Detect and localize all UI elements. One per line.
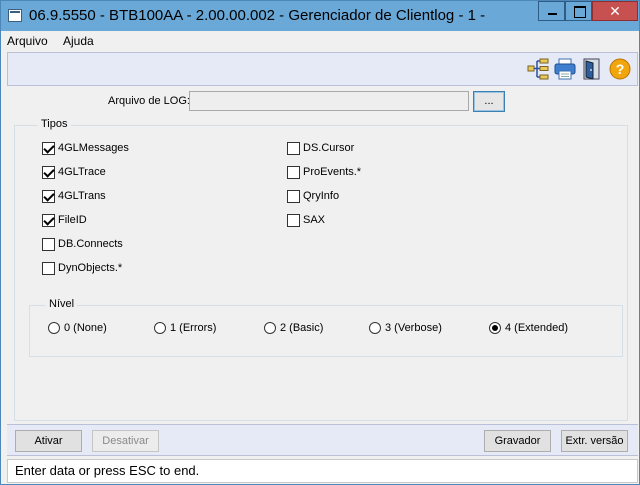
checkbox-label: DS.Cursor xyxy=(303,142,355,154)
status-bar: Enter data or press ESC to end. xyxy=(7,459,638,483)
checkbox-box[interactable] xyxy=(42,142,55,155)
nivel-legend: Nível xyxy=(46,298,78,310)
log-file-input[interactable] xyxy=(189,91,469,111)
checkbox-label: ProEvents.* xyxy=(303,166,362,178)
printer-icon[interactable] xyxy=(553,57,577,81)
maximize-icon xyxy=(566,2,591,20)
checkbox-box[interactable] xyxy=(42,214,55,227)
checkbox-label: 4GLMessages xyxy=(58,142,129,154)
checkbox-box[interactable] xyxy=(42,190,55,203)
checkbox-label: 4GLTrans xyxy=(58,190,106,202)
checkbox-label: FileID xyxy=(58,214,87,226)
close-icon: ✕ xyxy=(609,3,621,19)
checkbox-label: DB.Connects xyxy=(58,238,123,250)
checkbox-box[interactable] xyxy=(287,166,300,179)
checkbox-label: QryInfo xyxy=(303,190,340,202)
radio-dot[interactable] xyxy=(369,322,381,334)
main-window: 06.9.5550 - BTB100AA - 2.00.00.002 - Ger… xyxy=(0,0,640,485)
checkbox-label: DynObjects.* xyxy=(58,262,123,274)
svg-text:?: ? xyxy=(616,61,625,77)
tipos-legend: Tipos xyxy=(38,118,71,130)
app-window-icon xyxy=(8,9,22,22)
checkbox-box[interactable] xyxy=(287,214,300,227)
minimize-button[interactable] xyxy=(538,1,565,21)
menu-ajuda[interactable]: Ajuda xyxy=(63,34,94,48)
window-title: 06.9.5550 - BTB100AA - 2.00.00.002 - Ger… xyxy=(29,7,486,24)
checkbox-label: 4GLTrace xyxy=(58,166,106,178)
ativar-button[interactable]: Ativar xyxy=(15,430,82,452)
checkbox-box[interactable] xyxy=(287,190,300,203)
radio-dot[interactable] xyxy=(264,322,276,334)
radio-dot[interactable] xyxy=(48,322,60,334)
exit-door-icon[interactable] xyxy=(580,57,604,81)
radio-label: 3 (Verbose) xyxy=(385,322,442,334)
menu-bar: Arquivo Ajuda xyxy=(1,31,639,51)
radio-label: 4 (Extended) xyxy=(505,322,568,334)
checkbox-box[interactable] xyxy=(287,142,300,155)
checkbox-box[interactable] xyxy=(42,262,55,275)
checkbox-box[interactable] xyxy=(42,166,55,179)
radio-label: 2 (Basic) xyxy=(280,322,324,334)
desativar-button[interactable]: Desativar xyxy=(92,430,159,452)
tree-structure-icon[interactable] xyxy=(526,57,550,81)
radio-label: 1 (Errors) xyxy=(170,322,217,334)
radio-dot[interactable] xyxy=(489,322,501,334)
gravador-button[interactable]: Gravador xyxy=(484,430,551,452)
minimize-icon xyxy=(539,2,564,20)
log-file-label: Arquivo de LOG: xyxy=(108,95,190,107)
menu-arquivo[interactable]: Arquivo xyxy=(7,34,48,48)
checkbox-label: SAX xyxy=(303,214,326,226)
toolbar: ? xyxy=(7,52,638,86)
help-icon[interactable]: ? xyxy=(608,57,632,81)
browse-button[interactable]: ... xyxy=(473,91,505,112)
radio-dot[interactable] xyxy=(154,322,166,334)
radio-label: 0 (None) xyxy=(64,322,107,334)
extr-versao-button[interactable]: Extr. versão xyxy=(561,430,628,452)
close-button[interactable]: ✕ xyxy=(592,1,638,21)
checkbox-box[interactable] xyxy=(42,238,55,251)
maximize-button[interactable] xyxy=(565,1,592,21)
title-bar[interactable]: 06.9.5550 - BTB100AA - 2.00.00.002 - Ger… xyxy=(1,1,639,31)
